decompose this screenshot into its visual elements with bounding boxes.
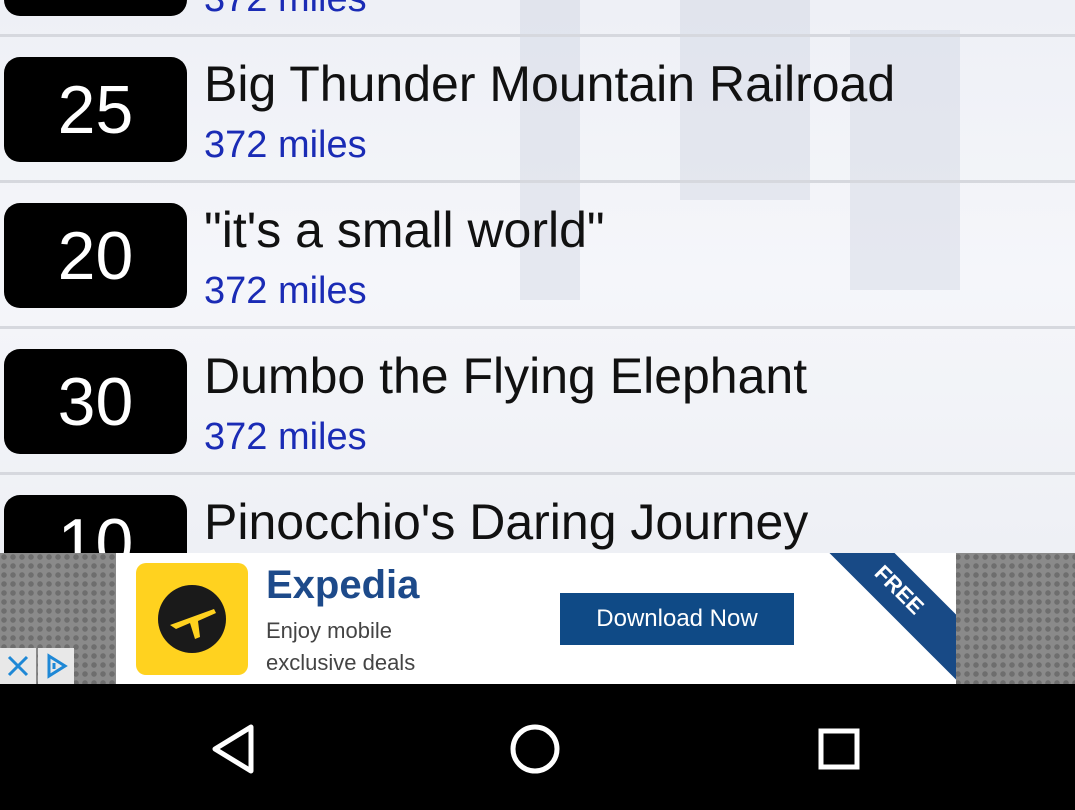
ride-name: Pinocchio's Daring Journey [204,494,809,550]
wait-time-badge: 30 [4,349,187,454]
home-circle-icon[interactable] [500,714,570,784]
list-item[interactable]: 20 "it's a small world" 372 miles [0,183,1075,329]
ride-list[interactable]: 372 miles 25 Big Thunder Mountain Railro… [0,0,1075,553]
ride-name: Big Thunder Mountain Railroad [204,56,896,112]
list-item[interactable]: 372 miles [0,0,1075,37]
ride-distance: 372 miles [204,270,367,312]
airplane-icon [136,563,248,675]
list-item[interactable]: 10 Pinocchio's Daring Journey [0,475,1075,553]
ad-controls [0,648,80,684]
wait-time-badge: 25 [4,57,187,162]
ride-distance: 372 miles [204,416,367,458]
recents-square-icon[interactable] [804,714,874,784]
expedia-ad-banner[interactable]: Expedia Enjoy mobile exclusive deals Dow… [116,553,956,684]
back-triangle-icon[interactable] [198,714,268,784]
wait-time-badge [4,0,187,16]
wait-time-badge: 10 [4,495,187,553]
list-item[interactable]: 30 Dumbo the Flying Elephant 372 miles [0,329,1075,475]
ad-brand: Expedia [266,563,420,607]
close-icon[interactable] [0,648,36,684]
ad-tagline-line: exclusive deals [266,650,416,675]
list-item[interactable]: 25 Big Thunder Mountain Railroad 372 mil… [0,37,1075,183]
free-ribbon: FREE [808,553,956,681]
ad-bar: Expedia Enjoy mobile exclusive deals Dow… [0,553,1075,684]
download-now-button[interactable]: Download Now [560,593,794,645]
wait-time-badge: 20 [4,203,187,308]
ad-tagline-line: Enjoy mobile [266,618,392,643]
adchoices-icon[interactable] [38,648,74,684]
ride-distance: 372 miles [204,0,367,21]
ad-tagline: Enjoy mobile exclusive deals [266,615,526,679]
system-navigation-bar [0,684,1075,810]
ride-name: Dumbo the Flying Elephant [204,348,808,404]
ride-distance: 372 miles [204,124,367,166]
ride-name: "it's a small world" [204,202,605,258]
